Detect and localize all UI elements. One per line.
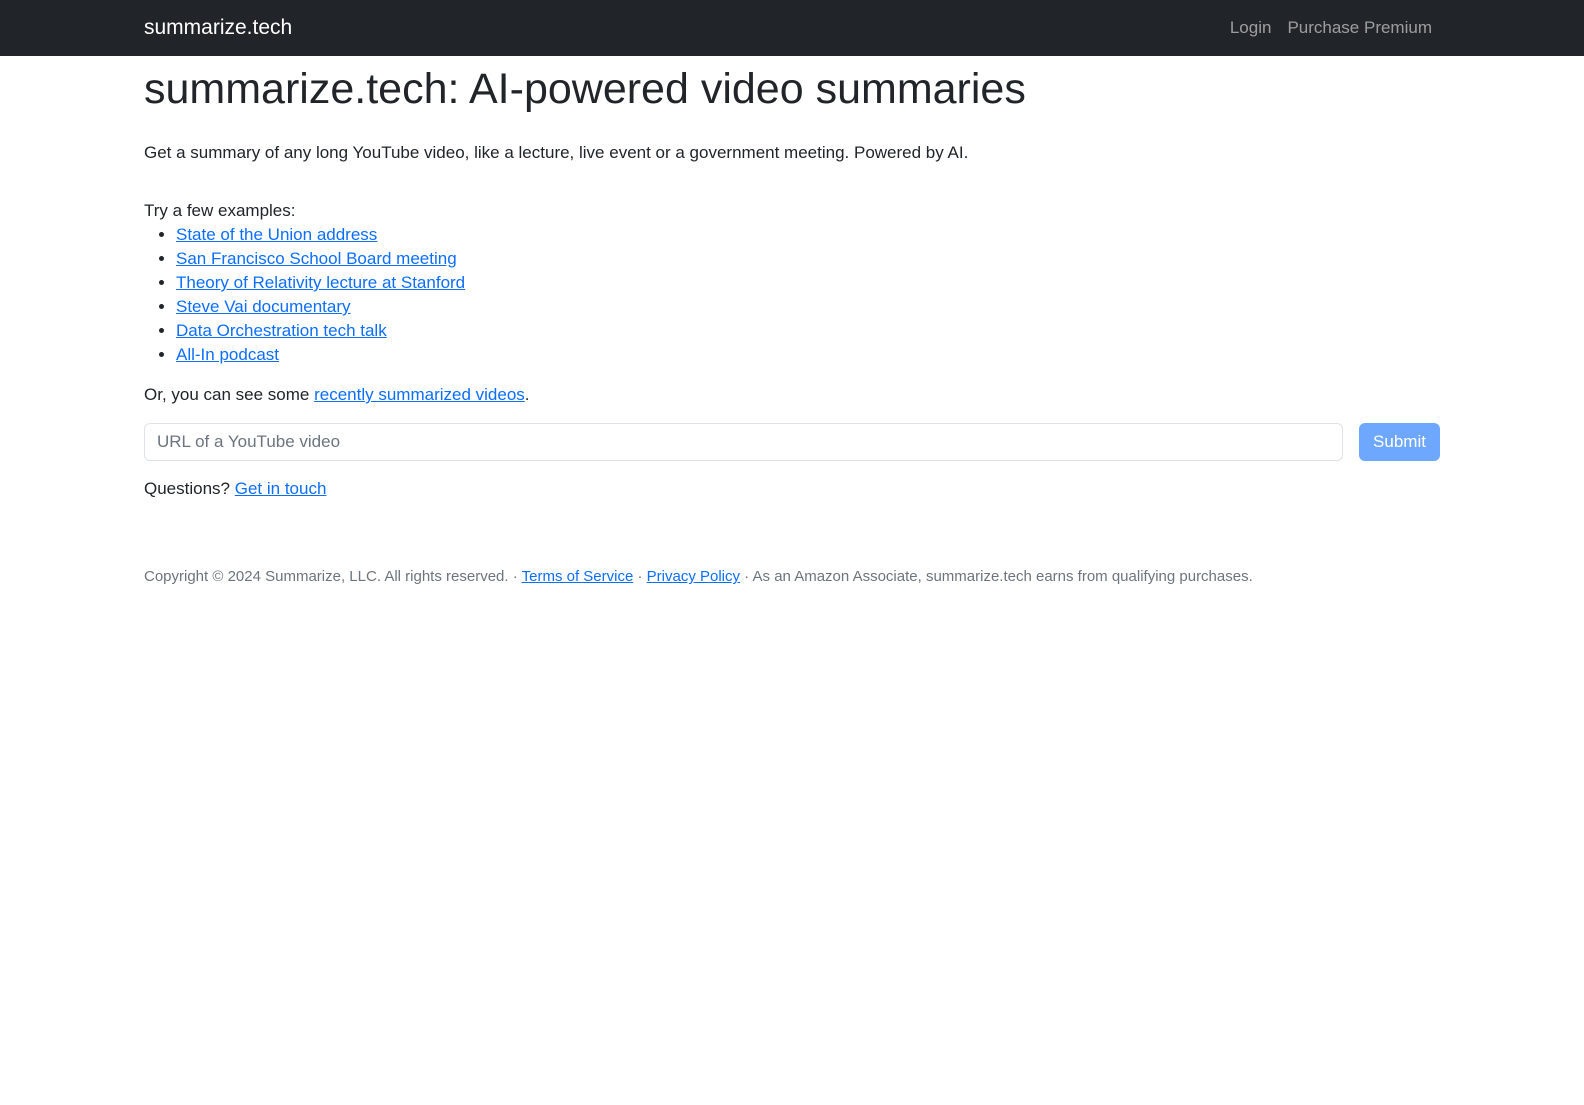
privacy-policy-link[interactable]: Privacy Policy — [647, 568, 740, 585]
recent-videos-link[interactable]: recently summarized videos — [314, 385, 525, 404]
recent-videos-text: Or, you can see some recently summarized… — [144, 383, 1440, 407]
main-content: summarize.tech: AI-powered video summari… — [0, 64, 1584, 587]
brand-link[interactable]: summarize.tech — [144, 16, 292, 40]
submit-button[interactable]: Submit — [1359, 423, 1440, 462]
list-item: Data Orchestration tech talk — [176, 319, 1440, 343]
footer: Copyright © 2024 Summarize, LLC. All rig… — [144, 567, 1440, 587]
navbar: summarize.tech Login Purchase Premium — [0, 0, 1584, 56]
example-link-all-in-podcast[interactable]: All-In podcast — [176, 345, 279, 364]
example-link-sf-school-board[interactable]: San Francisco School Board meeting — [176, 249, 457, 268]
questions-text: Questions? Get in touch — [144, 477, 1440, 501]
recent-suffix: . — [524, 385, 530, 405]
questions-prefix: Questions? — [144, 479, 235, 499]
list-item: San Francisco School Board meeting — [176, 247, 1440, 271]
purchase-premium-link[interactable]: Purchase Premium — [1287, 18, 1432, 38]
recent-prefix: Or, you can see some — [144, 385, 315, 405]
url-input[interactable] — [144, 423, 1343, 462]
example-link-steve-vai[interactable]: Steve Vai documentary — [176, 297, 351, 316]
nav-links: Login Purchase Premium — [1230, 18, 1432, 38]
example-link-relativity-lecture[interactable]: Theory of Relativity lecture at Stanford — [176, 273, 465, 292]
copyright-text: Copyright © 2024 Summarize, LLC. All rig… — [144, 568, 522, 586]
list-item: Steve Vai documentary — [176, 295, 1440, 319]
summarize-form: Submit — [144, 423, 1440, 462]
examples-label: Try a few examples: — [144, 201, 296, 221]
list-item: All-In podcast — [176, 343, 1440, 367]
example-link-state-of-the-union[interactable]: State of the Union address — [176, 225, 377, 244]
lead-text: Get a summary of any long YouTube video,… — [144, 142, 969, 162]
terms-of-service-link[interactable]: Terms of Service — [522, 568, 634, 585]
amazon-associate-text: · As an Amazon Associate, summarize.tech… — [740, 568, 1253, 586]
footer-separator: · — [633, 568, 647, 586]
get-in-touch-link[interactable]: Get in touch — [235, 479, 327, 498]
page-title: summarize.tech: AI-powered video summari… — [144, 65, 1026, 113]
example-link-data-orchestration[interactable]: Data Orchestration tech talk — [176, 321, 387, 340]
list-item: State of the Union address — [176, 223, 1440, 247]
examples-list: State of the Union address San Francisco… — [144, 223, 1440, 367]
login-link[interactable]: Login — [1230, 18, 1272, 38]
list-item: Theory of Relativity lecture at Stanford — [176, 271, 1440, 295]
